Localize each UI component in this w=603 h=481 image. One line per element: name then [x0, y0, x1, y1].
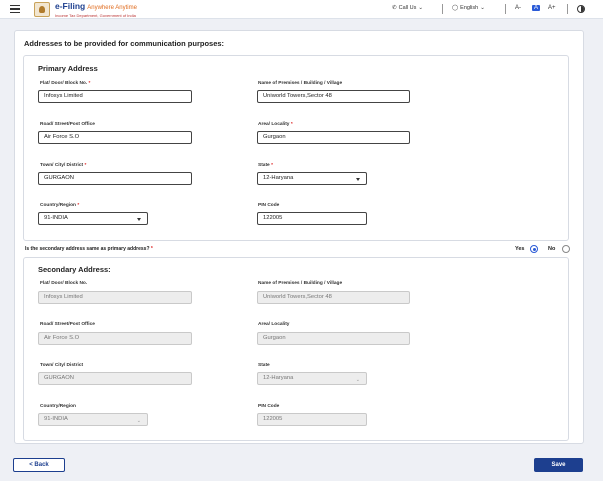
chevron-down-icon: ⌄	[136, 418, 141, 424]
premises-label: Name of Premises / Building / Village	[258, 81, 343, 86]
primary-area-input[interactable]: Gurgaon	[257, 131, 410, 144]
primary-premises-input[interactable]: Uniworld Towers,Sector 48	[257, 90, 410, 103]
pin-label: PIN Code	[258, 203, 280, 208]
radio-yes[interactable]	[530, 245, 538, 253]
phone-icon: ✆	[392, 5, 397, 11]
radio-no-label: No	[548, 246, 556, 252]
emblem-logo	[34, 2, 50, 17]
logo-subtitle: Income Tax Department, Government of Ind…	[55, 13, 136, 18]
caret-down-icon	[356, 178, 360, 181]
font-decrease-button[interactable]: A-	[515, 5, 521, 11]
divider	[442, 4, 443, 14]
efiling-logo[interactable]: e-Filing Anywhere Anytime Income Tax Depa…	[55, 2, 137, 19]
save-button[interactable]: Save	[534, 458, 583, 472]
secondary-pin-label: PIN Code	[258, 404, 280, 409]
font-normal-button[interactable]: A	[532, 5, 541, 11]
primary-state-select[interactable]: 12-Haryana	[257, 172, 367, 185]
globe-icon: ◯	[452, 5, 459, 11]
secondary-country-select: 91-INDIA ⌄	[38, 413, 148, 426]
primary-country-select[interactable]: 91-INDIA	[38, 212, 148, 225]
back-button[interactable]: < Back	[13, 458, 65, 472]
secondary-country-label: Country/Region	[40, 404, 76, 409]
chevron-down-icon: ⌄	[355, 377, 360, 383]
call-us-dropdown[interactable]: ✆ Call Us ⌄	[392, 5, 423, 11]
secondary-road-input: Air Force S.O	[38, 332, 192, 345]
secondary-flat-label: Flat/ Door/ Block No.	[40, 281, 88, 286]
chevron-down-icon: ⌄	[418, 5, 423, 11]
secondary-state-select: 12-Haryana ⌄	[257, 372, 367, 385]
page-title: Addresses to be provided for communicati…	[24, 39, 225, 48]
hamburger-menu-icon[interactable]	[10, 5, 20, 13]
area-label: Area/ Locality *	[258, 122, 293, 127]
divider	[567, 4, 568, 14]
town-label: Town/ City/ District *	[40, 163, 87, 168]
top-header: e-Filing Anywhere Anytime Income Tax Depa…	[0, 0, 603, 19]
secondary-same-question: Is the secondary address same as primary…	[25, 246, 153, 252]
primary-address-title: Primary Address	[38, 64, 98, 73]
caret-down-icon	[137, 218, 141, 221]
font-increase-button[interactable]: A+	[548, 5, 556, 11]
secondary-area-label: Area/ Locality	[258, 322, 290, 327]
language-dropdown[interactable]: ◯ English ⌄	[452, 5, 485, 11]
secondary-area-input: Gurgaon	[257, 332, 410, 345]
country-label: Country/Region *	[40, 203, 80, 208]
radio-yes-label: Yes	[515, 246, 525, 252]
primary-pin-input[interactable]: 122005	[257, 212, 367, 225]
flat-label: Flat/ Door/ Block No. *	[40, 81, 91, 86]
secondary-town-label: Town/ City/ District	[40, 363, 84, 368]
secondary-address-title: Secondary Address:	[38, 265, 111, 274]
state-label: State *	[258, 163, 273, 168]
secondary-pin-input: 122005	[257, 413, 367, 426]
radio-no[interactable]	[562, 245, 570, 253]
secondary-road-label: Road/ Street/Post Office	[40, 322, 95, 327]
contrast-toggle-icon[interactable]	[577, 5, 585, 13]
divider	[505, 4, 506, 14]
primary-road-input[interactable]: Air Force S.O	[38, 131, 192, 144]
secondary-premises-label: Name of Premises / Building / Village	[258, 281, 343, 286]
secondary-flat-input: Infosys Limited	[38, 291, 192, 304]
primary-town-input[interactable]: GURGAON	[38, 172, 192, 185]
road-label: Road/ Street/Post Office	[40, 122, 95, 127]
secondary-premises-input: Uniworld Towers,Sector 48	[257, 291, 410, 304]
secondary-state-label: State	[258, 363, 270, 368]
secondary-town-input: GURGAON	[38, 372, 192, 385]
chevron-down-icon: ⌄	[480, 5, 485, 11]
primary-flat-input[interactable]: Infosys Limited	[38, 90, 192, 103]
